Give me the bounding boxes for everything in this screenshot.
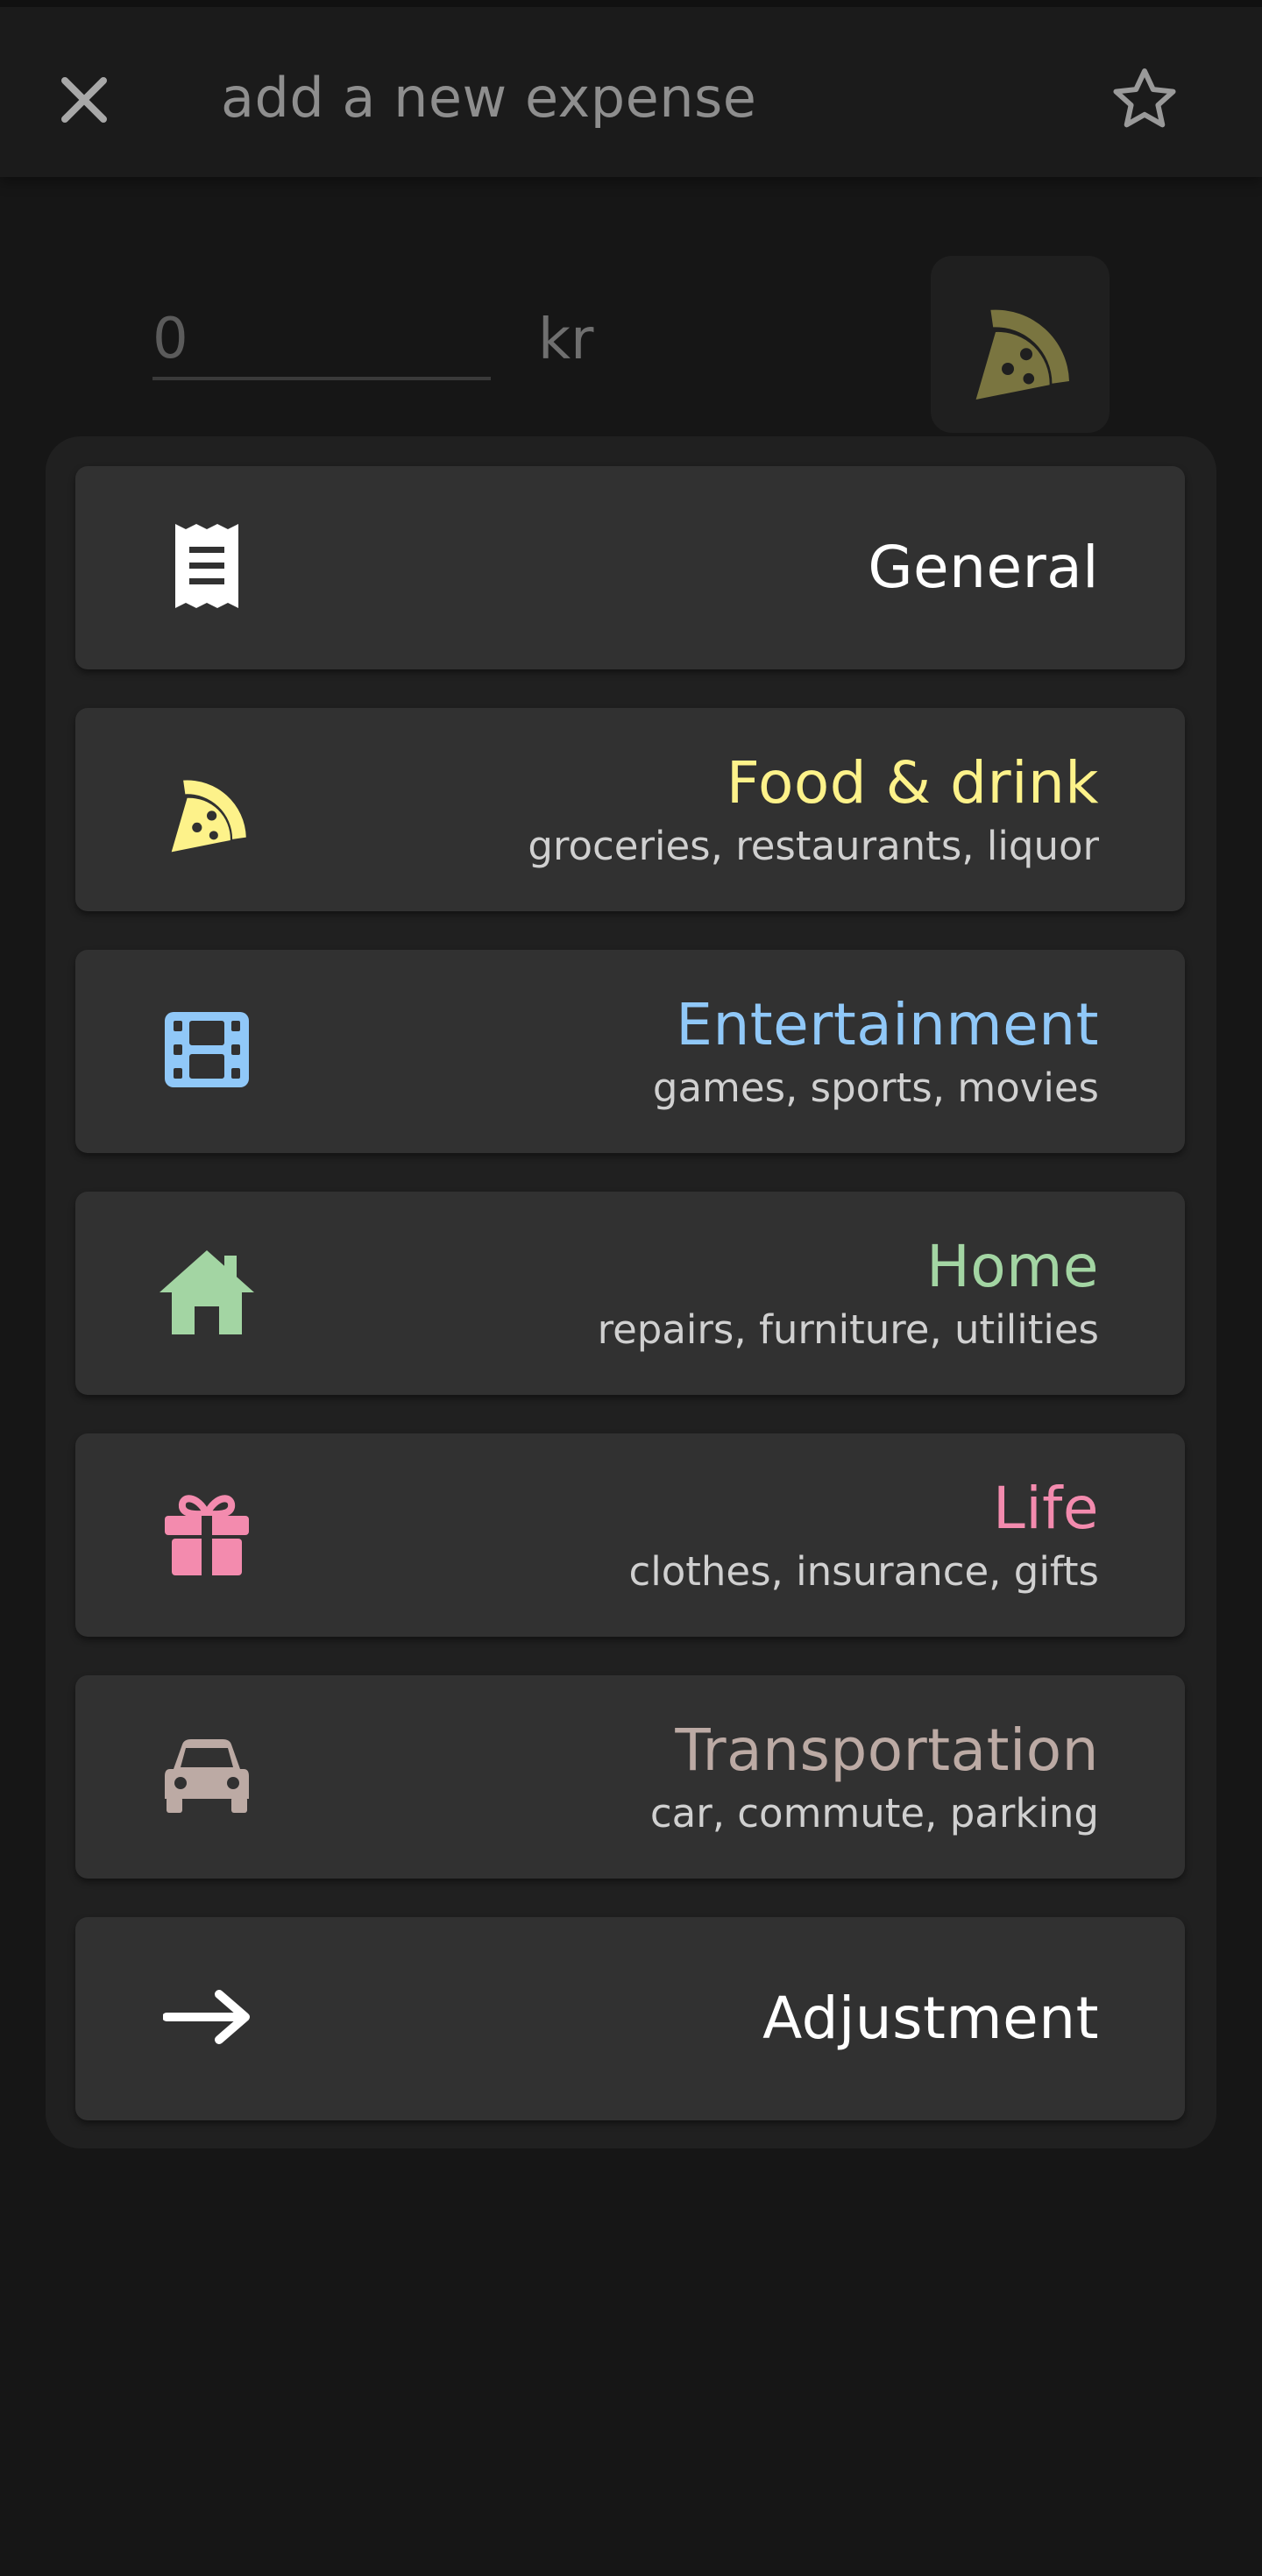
category-subtitle: games, sports, movies — [652, 1065, 1099, 1111]
category-subtitle: groceries, restaurants, liquor — [528, 823, 1099, 869]
category-entertainment[interactable]: Entertainment games, sports, movies — [75, 950, 1185, 1153]
gift-icon — [154, 1481, 259, 1586]
category-name: Transportation — [675, 1716, 1099, 1784]
category-food-drink[interactable]: Food & drink groceries, restaurants, liq… — [75, 708, 1185, 911]
category-picker: General Food & drink groceries, restaura… — [46, 436, 1216, 2148]
category-general[interactable]: General — [75, 466, 1185, 669]
film-icon — [154, 997, 259, 1102]
page-title: add a new expense — [221, 66, 757, 130]
close-icon — [61, 77, 107, 123]
receipt-icon — [154, 513, 259, 619]
category-name: Adjustment — [762, 1985, 1099, 2052]
category-subtitle: clothes, insurance, gifts — [628, 1548, 1099, 1595]
category-name: Entertainment — [676, 991, 1099, 1058]
pizza-slice-icon — [975, 309, 1069, 400]
category-name: Home — [926, 1233, 1099, 1300]
category-transportation[interactable]: Transportation car, commute, parking — [75, 1675, 1185, 1879]
app-bar: add a new expense — [0, 0, 1262, 177]
arrow-right-icon — [154, 1964, 259, 2070]
house-icon — [154, 1239, 259, 1344]
selected-category-button[interactable] — [931, 256, 1110, 433]
category-subtitle: repairs, furniture, utilities — [597, 1306, 1099, 1353]
category-name: General — [868, 534, 1099, 601]
amount-input[interactable] — [152, 301, 491, 380]
category-life[interactable]: Life clothes, insurance, gifts — [75, 1433, 1185, 1637]
car-icon — [154, 1723, 259, 1828]
favorite-button[interactable] — [1108, 63, 1181, 137]
category-home[interactable]: Home repairs, furniture, utilities — [75, 1192, 1185, 1395]
category-name: Life — [993, 1475, 1099, 1542]
category-name: Food & drink — [726, 749, 1099, 817]
category-subtitle: car, commute, parking — [649, 1790, 1099, 1836]
close-button[interactable] — [53, 68, 116, 131]
star-outline-icon — [1113, 68, 1176, 128]
pizza-slice-icon — [154, 755, 259, 860]
currency-label: kr — [538, 308, 594, 372]
category-adjustment[interactable]: Adjustment — [75, 1917, 1185, 2120]
